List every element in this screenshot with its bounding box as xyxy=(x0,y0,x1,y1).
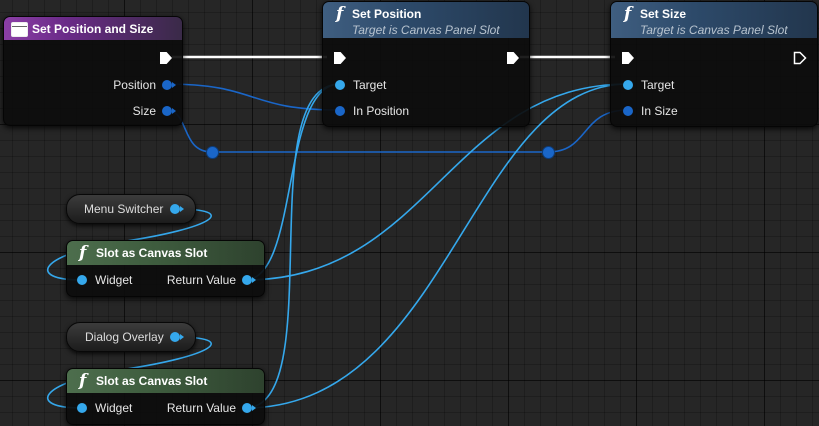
in-size-pin-row[interactable]: In Size xyxy=(623,103,678,119)
position-pin[interactable] xyxy=(162,80,176,90)
target-pin[interactable] xyxy=(623,80,633,90)
menu-switcher-out-pin[interactable] xyxy=(170,204,184,214)
widget-pin[interactable] xyxy=(77,275,87,285)
node-subtitle: Target is Canvas Panel Slot xyxy=(640,23,788,37)
exec-out-pin[interactable] xyxy=(507,52,519,64)
set-position-node[interactable]: f Set Position Target is Canvas Panel Sl… xyxy=(322,1,530,127)
size-pin-row[interactable]: Size xyxy=(132,103,176,119)
exec-in-pin[interactable] xyxy=(622,52,634,64)
node-header: Set Position and Size xyxy=(4,17,182,40)
return-value-pin-row[interactable]: Return Value xyxy=(166,272,256,288)
pin-label: Target xyxy=(353,78,387,92)
pin-label: In Position xyxy=(353,104,410,118)
node-title: Set Position xyxy=(352,7,422,21)
position-pin-row[interactable]: Position xyxy=(113,77,176,93)
function-icon: f xyxy=(624,4,632,24)
pin-label: In Size xyxy=(641,104,678,118)
slot-as-canvas-slot-node-2[interactable]: f Slot as Canvas Slot Widget Return Valu… xyxy=(66,368,265,425)
exec-out-pin[interactable] xyxy=(160,52,172,64)
variable-label: Menu Switcher xyxy=(84,202,164,216)
variable-label: Dialog Overlay xyxy=(85,330,164,344)
reroute-node-left[interactable] xyxy=(206,146,219,159)
pin-label: Position xyxy=(113,78,156,92)
node-subtitle: Target is Canvas Panel Slot xyxy=(352,23,500,37)
node-header: f Set Size Target is Canvas Panel Slot xyxy=(611,2,817,38)
node-header: f Set Position Target is Canvas Panel Sl… xyxy=(323,2,529,38)
target-pin-row[interactable]: Target xyxy=(335,77,386,93)
size-pin[interactable] xyxy=(162,106,176,116)
node-title: Slot as Canvas Slot xyxy=(96,246,208,260)
pin-label: Target xyxy=(641,78,675,92)
return2-to-setsize-wire xyxy=(244,83,629,409)
widget-pin[interactable] xyxy=(77,403,87,413)
pin-label: Return Value xyxy=(166,401,236,415)
target-pin[interactable] xyxy=(335,80,345,90)
widget-pin-row[interactable]: Widget xyxy=(77,272,132,288)
set-position-and-size-node[interactable]: Set Position and Size Position Size xyxy=(3,16,183,126)
node-title: Set Size xyxy=(640,7,687,21)
slot-as-canvas-slot-node-1[interactable]: f Slot as Canvas Slot Widget Return Valu… xyxy=(66,240,265,297)
in-position-pin-row[interactable]: In Position xyxy=(335,103,409,119)
node-title: Set Position and Size xyxy=(32,22,154,36)
event-icon xyxy=(11,22,28,37)
in-position-pin[interactable] xyxy=(335,106,345,116)
return-value-pin[interactable] xyxy=(242,275,256,285)
menu-switcher-variable-node[interactable]: Menu Switcher xyxy=(66,194,196,224)
exec-in-pin[interactable] xyxy=(334,52,346,64)
pin-label: Widget xyxy=(95,273,133,287)
pin-label: Size xyxy=(132,104,156,118)
dialog-overlay-variable-node[interactable]: Dialog Overlay xyxy=(66,322,196,352)
function-icon: f xyxy=(79,243,87,263)
function-icon: f xyxy=(336,4,344,24)
return-value-pin[interactable] xyxy=(242,403,256,413)
pin-label: Widget xyxy=(95,401,133,415)
exec-out-pin[interactable] xyxy=(793,51,807,65)
return-value-pin-row[interactable]: Return Value xyxy=(166,400,256,416)
reroute-node-right[interactable] xyxy=(542,146,555,159)
function-icon: f xyxy=(79,371,87,391)
target-pin-row[interactable]: Target xyxy=(623,77,674,93)
widget-pin-row[interactable]: Widget xyxy=(77,400,132,416)
node-title: Slot as Canvas Slot xyxy=(96,374,208,388)
in-size-pin[interactable] xyxy=(623,106,633,116)
dialog-overlay-out-pin[interactable] xyxy=(170,332,184,342)
position-wire xyxy=(165,83,341,111)
node-header: f Slot as Canvas Slot xyxy=(67,369,264,393)
node-header: f Slot as Canvas Slot xyxy=(67,241,264,265)
set-size-node[interactable]: f Set Size Target is Canvas Panel Slot T… xyxy=(610,1,818,127)
pin-label: Return Value xyxy=(166,273,236,287)
